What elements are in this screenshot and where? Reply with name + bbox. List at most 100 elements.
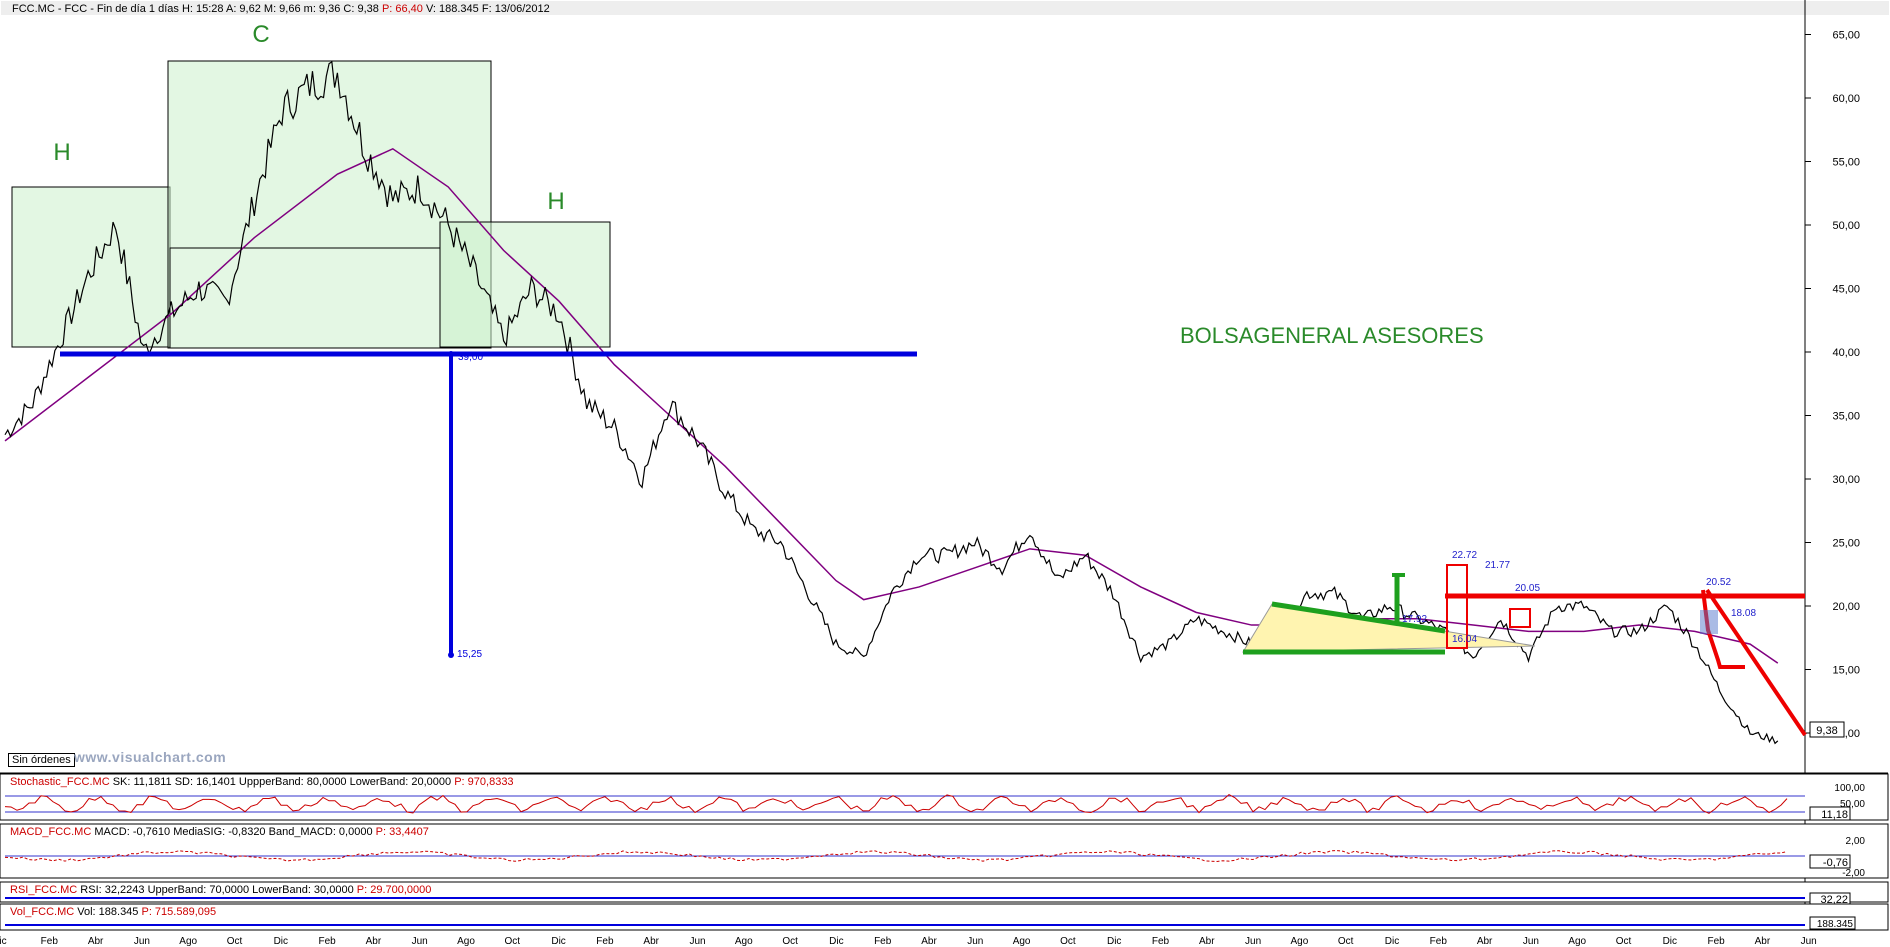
x-tick-label: Feb	[596, 936, 614, 947]
rsi-value: 32,22	[1820, 894, 1848, 906]
x-tick-label: Feb	[874, 936, 892, 947]
y-tick-label: 15,00	[1832, 665, 1860, 677]
macd-macd: MACD: -0,7610	[94, 826, 171, 838]
orders-button[interactable]: Sin órdenes	[8, 753, 75, 767]
rsi-rsi: RSI: 32,2243	[80, 884, 145, 896]
header-open: A: 9,62	[225, 3, 261, 15]
macd-p: P: 33,4407	[375, 826, 429, 838]
vol-header: Vol_FCC.MC Vol: 188.345 P: 715.589,095	[10, 906, 216, 918]
x-tick-label: Dic	[551, 936, 565, 947]
annotation-label: 21.77	[1485, 560, 1510, 571]
x-tick-label: Jun	[134, 936, 150, 947]
macd-tick: -2,00	[1842, 868, 1865, 879]
x-tick-label: Feb	[318, 936, 336, 947]
header-min: m: 9,36	[303, 3, 341, 15]
annotation-label: 18.08	[1731, 608, 1756, 619]
x-tick-label: Jun	[967, 936, 983, 947]
annotation-label: 17.92	[1402, 614, 1427, 625]
x-tick-label: Abr	[1755, 936, 1771, 947]
x-tick-label: Abr	[88, 936, 104, 947]
pattern-box-right-shoulder	[439, 221, 611, 348]
macd-sig: MediaSIG: -0,8320	[173, 826, 266, 838]
header-high: H: 15:28	[181, 3, 224, 15]
header-p: P: 66,40	[381, 3, 423, 15]
x-tick-label: Dic	[829, 936, 843, 947]
header-date: F: 13/06/2012	[481, 3, 550, 15]
chart-window: 65,00 60,00 55,00 50,00 45,00 40,00 35,00 30,00…	[0, 0, 1890, 947]
x-tick-label: Dic	[1107, 936, 1121, 947]
y-tick-label: 25,00	[1832, 538, 1860, 550]
y-tick-label: 30,00	[1832, 474, 1860, 486]
x-tick-label: Feb	[41, 936, 59, 947]
x-tick-label: Ago	[735, 936, 753, 947]
header-max: M: 9,66	[263, 3, 301, 15]
y-tick-label: 45,00	[1832, 284, 1860, 296]
y-tick-label: 40,00	[1832, 347, 1860, 359]
rsi-p: P: 29.700,0000	[356, 884, 432, 896]
macd-header: MACD_FCC.MC MACD: -0,7610 MediaSIG: -0,8…	[10, 826, 429, 838]
x-tick-label: Ago	[179, 936, 197, 947]
stoch-tick: 100,00	[1834, 783, 1865, 794]
annotation-label: 22.72	[1452, 550, 1477, 561]
stochastic-header: Stochastic_FCC.MC SK: 11,1811 SD: 16,140…	[10, 776, 514, 788]
rsi-header: RSI_FCC.MC RSI: 32,2243 UpperBand: 70,00…	[10, 884, 431, 896]
y-tick-label: 50,00	[1832, 220, 1860, 232]
x-tick-label: Jun	[1801, 936, 1817, 947]
y-tick-label: 65,00	[1832, 30, 1860, 42]
y-tick-label: 35,00	[1832, 411, 1860, 423]
x-tick-label: Jun	[412, 936, 428, 947]
annotation-label: 20.52	[1706, 577, 1731, 588]
stoch-sd: SD: 16,1401	[174, 776, 236, 788]
stoch-label: Stochastic_FCC.MC	[10, 776, 110, 788]
stoch-sk: SK: 11,1811	[112, 776, 172, 788]
x-tick-label: Oct	[1338, 936, 1354, 947]
rsi-label: RSI_FCC.MC	[10, 884, 78, 896]
x-tick-label: Jun	[689, 936, 705, 947]
chart-canvas[interactable]: 65,00 60,00 55,00 50,00 45,00 40,00 35,00 30,00…	[0, 0, 1890, 947]
pattern-label-h1: H	[53, 139, 70, 166]
stoch-upper: UppperBand: 80,0000	[238, 776, 347, 788]
x-tick-label: Oct	[227, 936, 243, 947]
x-tick-label: Abr	[1199, 936, 1215, 947]
projection-target: 15,25	[457, 649, 482, 660]
x-tick-label: Abr	[1477, 936, 1493, 947]
pattern-label-c: C	[252, 21, 269, 48]
x-tick-label: Dic	[1385, 936, 1399, 947]
vol-vol: Vol: 188.345	[77, 906, 139, 918]
blue-marker-box	[1700, 610, 1718, 634]
annotation-label: 20.05	[1515, 583, 1540, 594]
x-tick-label: Oct	[1616, 936, 1632, 947]
x-tick-label: Abr	[643, 936, 659, 947]
pattern-box-head-inner	[169, 247, 441, 349]
x-tick-label: Ago	[1291, 936, 1309, 947]
macd-label: MACD_FCC.MC	[10, 826, 92, 838]
macd-value: -0,76	[1823, 857, 1848, 869]
x-tick-label: Ago	[1568, 936, 1586, 947]
projection-end-marker	[448, 652, 454, 658]
x-tick-label: Feb	[1430, 936, 1448, 947]
site-watermark: www.visualchart.com	[74, 749, 227, 765]
vol-p: P: 715.589,095	[141, 906, 217, 918]
pattern-label-h2: H	[547, 188, 564, 215]
y-tick-label: 20,00	[1832, 601, 1860, 613]
macd-tick: 2,00	[1846, 836, 1866, 847]
x-tick-label: Oct	[505, 936, 521, 947]
neckline-value: 39,00	[458, 352, 483, 363]
header-close: C: 9,38	[343, 3, 379, 15]
x-tick-label: Oct	[1060, 936, 1076, 947]
projection-start-marker	[448, 351, 454, 357]
indicator-panel	[0, 903, 1889, 931]
rsi-lower: LowerBand: 30,0000	[252, 884, 354, 896]
rsi-upper: UpperBand: 70,0000	[147, 884, 250, 896]
stoch-p: P: 970,8333	[454, 776, 514, 788]
stoch-value: 11,18	[1821, 809, 1848, 821]
x-tick-label: Jun	[1245, 936, 1261, 947]
x-tick-label: Dic	[274, 936, 288, 947]
macd-band: Band_MACD: 0,0000	[268, 826, 373, 838]
x-tick-label: Jun	[1523, 936, 1539, 947]
x-tick-label: Ago	[457, 936, 475, 947]
x-tick-label: Oct	[782, 936, 798, 947]
brand-watermark-title: BOLSAGENERAL ASESORES	[1180, 323, 1484, 348]
stoch-lower: LowerBand: 20,0000	[349, 776, 452, 788]
x-tick-label: Ago	[1013, 936, 1031, 947]
